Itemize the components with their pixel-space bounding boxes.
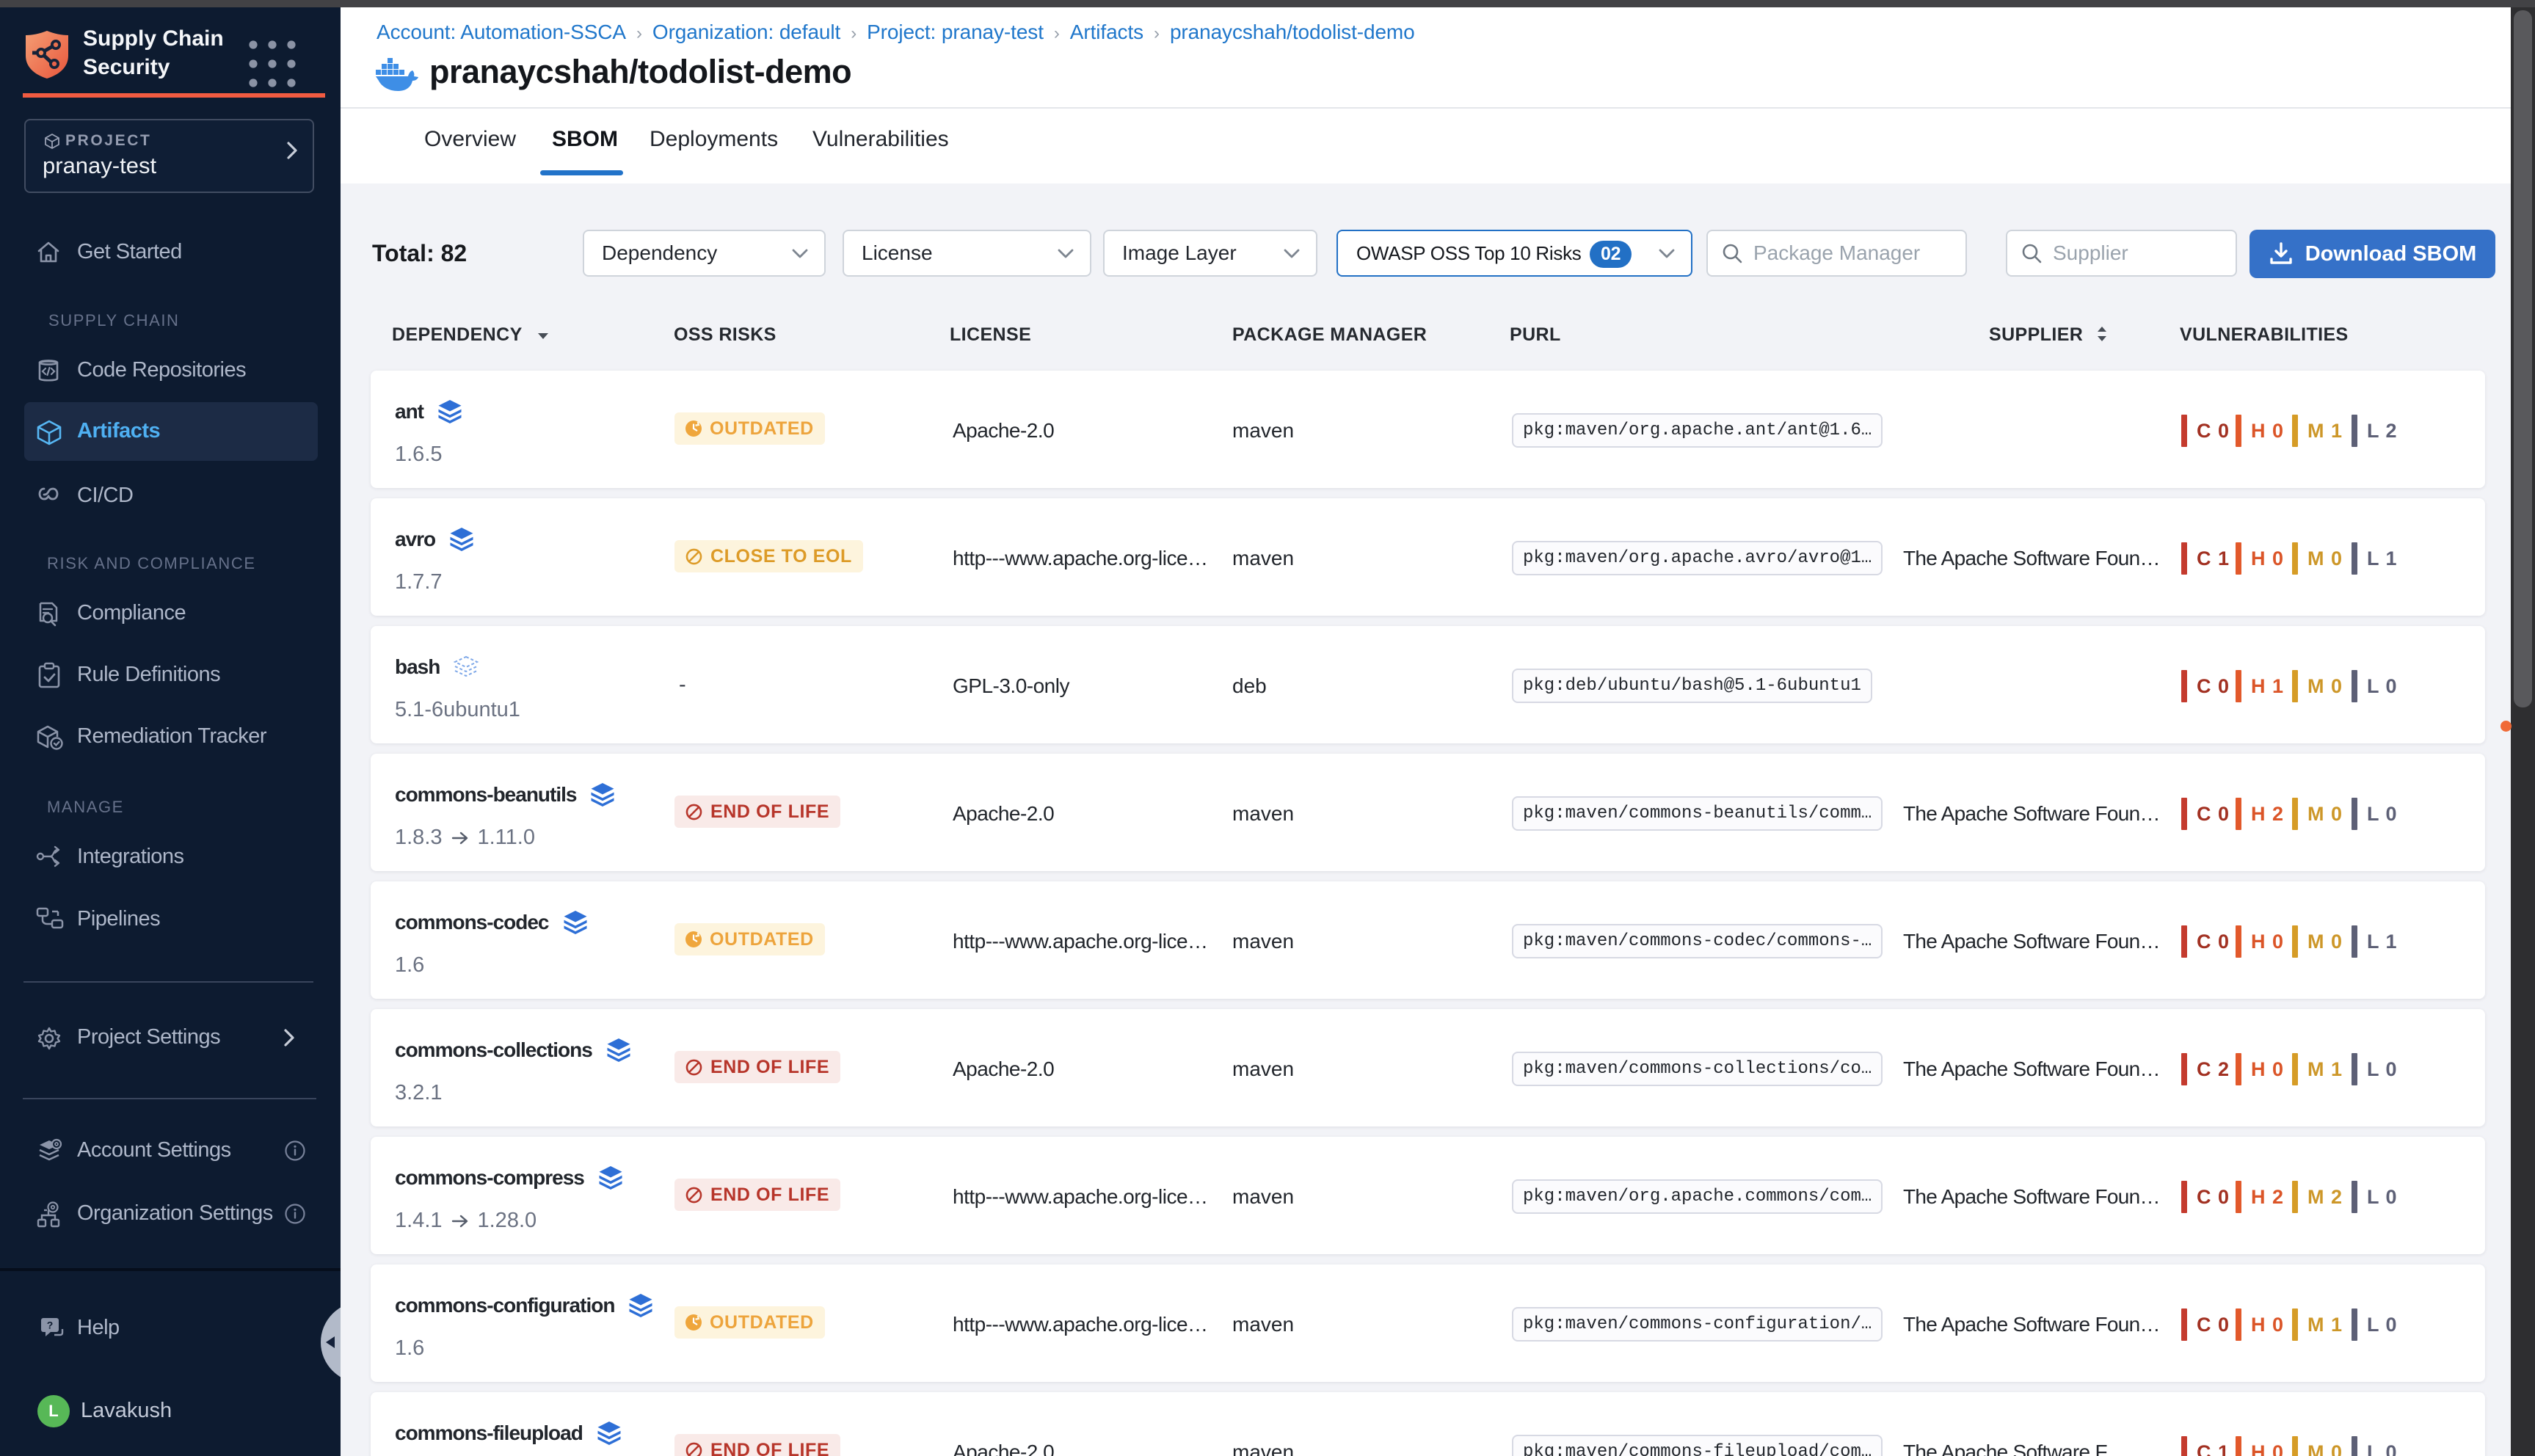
svg-text:?: ? (47, 1320, 54, 1331)
